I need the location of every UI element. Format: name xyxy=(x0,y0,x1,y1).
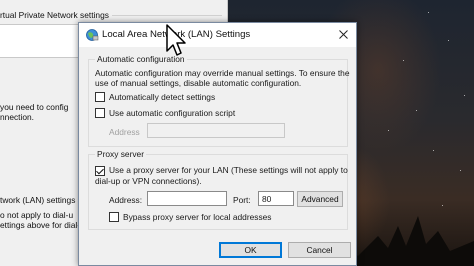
script-address-label: Address xyxy=(109,127,140,137)
proxy-address-input[interactable] xyxy=(147,191,227,206)
cancel-button[interactable]: Cancel xyxy=(288,242,351,258)
description-line: Automatic configuration may override man… xyxy=(95,68,350,78)
proxy-port-label: Port: xyxy=(233,195,251,205)
background-text-line: nnection. xyxy=(0,112,34,122)
bypass-local-checkbox[interactable] xyxy=(109,212,119,222)
proxy-server-group: Proxy server Use a proxy server for your… xyxy=(88,149,348,230)
close-icon xyxy=(338,29,348,39)
automatic-configuration-group: Automatic configuration Automatic config… xyxy=(88,54,350,147)
use-script-checkbox-row[interactable]: Use automatic configuration script xyxy=(95,108,235,118)
script-address-input[interactable] xyxy=(147,123,285,138)
auto-detect-label: Automatically detect settings xyxy=(109,92,216,102)
separator xyxy=(112,15,222,16)
advanced-button[interactable]: Advanced xyxy=(297,191,343,207)
background-text-line: o not apply to dial-u xyxy=(0,210,74,220)
use-script-checkbox[interactable] xyxy=(95,108,105,118)
proxy-server-title: Proxy server xyxy=(95,149,147,159)
lan-settings-dialog: Local Area Network (LAN) Settings Automa… xyxy=(78,22,357,266)
lan-settings-label: twork (LAN) settings xyxy=(0,195,76,205)
proxy-address-label: Address: xyxy=(109,195,143,205)
close-button[interactable] xyxy=(330,23,356,45)
vpn-list-box xyxy=(0,24,80,58)
use-proxy-label-line1: Use a proxy server for your LAN (These s… xyxy=(109,165,348,175)
use-proxy-checkbox[interactable] xyxy=(95,166,105,176)
globe-network-icon xyxy=(86,29,99,41)
dialog-titlebar[interactable]: Local Area Network (LAN) Settings xyxy=(79,23,356,47)
automatic-configuration-description: Automatic configuration may override man… xyxy=(95,68,350,88)
use-proxy-label-line2: dial-up or VPN connections). xyxy=(95,176,202,186)
background-text-line: ettings above for dial-up xyxy=(0,220,90,230)
use-script-label: Use automatic configuration script xyxy=(109,108,236,118)
auto-detect-checkbox[interactable] xyxy=(95,92,105,102)
description-line: use of manual settings, disable automati… xyxy=(95,78,302,88)
background-text-line: you need to config xyxy=(0,102,69,112)
bypass-local-label: Bypass proxy server for local addresses xyxy=(123,212,272,222)
proxy-port-input[interactable]: 80 xyxy=(258,191,294,206)
bypass-local-checkbox-row[interactable]: Bypass proxy server for local addresses xyxy=(109,212,272,222)
use-proxy-checkbox-row[interactable]: Use a proxy server for your LAN (These s… xyxy=(95,165,348,176)
ok-button[interactable]: OK xyxy=(219,242,282,258)
vpn-settings-label: rtual Private Network settings xyxy=(0,10,109,20)
mouse-cursor-icon xyxy=(166,24,186,56)
auto-detect-checkbox-row[interactable]: Automatically detect settings xyxy=(95,92,215,102)
